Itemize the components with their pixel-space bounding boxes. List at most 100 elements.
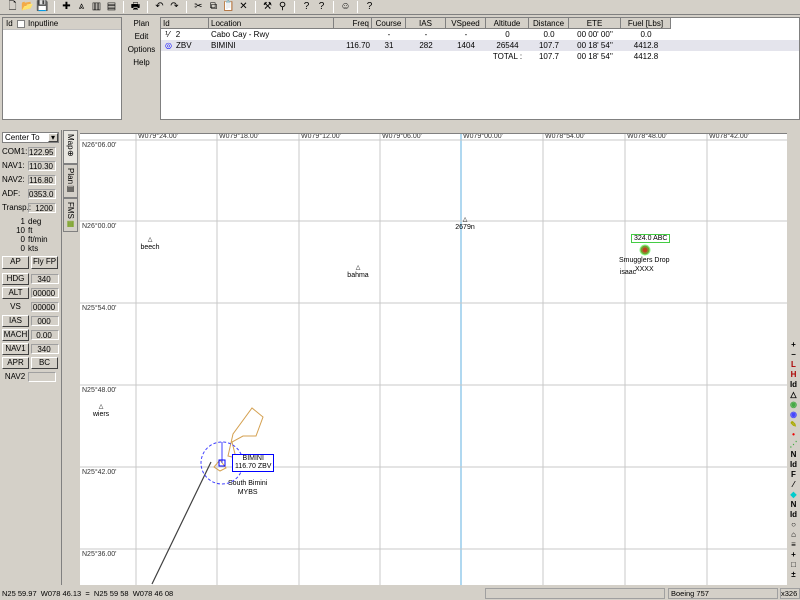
- copy-icon[interactable]: ⧉: [207, 1, 220, 14]
- map-tool-button[interactable]: ⋰: [790, 440, 798, 450]
- toolbar: 🗋 📂 💾 ✚ ⩓ ▥ ▤ 🖶 ↶ ↷ ✂ ⧉ 📋 ✕ ⚒ ⚲?? ☺?: [0, 0, 800, 15]
- menu-edit[interactable]: Edit: [135, 30, 149, 43]
- radio-value[interactable]: 1200: [28, 202, 56, 213]
- nav2-value[interactable]: [28, 371, 56, 382]
- id-checkbox[interactable]: [17, 19, 25, 28]
- map-tool-button[interactable]: ⁄: [793, 480, 794, 490]
- menu-help[interactable]: Help: [133, 56, 149, 69]
- mode-alt-value[interactable]: 00000: [31, 287, 59, 298]
- ap-button[interactable]: AP: [2, 256, 29, 269]
- context-help-icon[interactable]: ?: [315, 1, 328, 14]
- map-tool-button[interactable]: F: [791, 470, 796, 480]
- mode-mach-value[interactable]: 0.00: [31, 329, 59, 340]
- ndb-freq-box[interactable]: 324.0 ABC: [631, 234, 671, 243]
- waypoint-2679n[interactable]: △ 2679n: [451, 216, 479, 232]
- map-tool-button[interactable]: +: [791, 340, 796, 350]
- zoom-icon[interactable]: ⚲: [276, 1, 289, 14]
- mode-nav1-button[interactable]: NAV1: [2, 342, 29, 355]
- delete-icon[interactable]: ▤: [105, 1, 118, 14]
- map-tool-button[interactable]: ◉: [790, 410, 797, 420]
- mode-alt-button[interactable]: ALT: [2, 286, 29, 299]
- map-tool-button[interactable]: Id: [790, 510, 797, 520]
- mode-ias-button[interactable]: IAS: [2, 314, 29, 327]
- fly-fp-button[interactable]: Fly FP: [31, 256, 58, 269]
- add-waypoint-icon[interactable]: ✚: [60, 1, 73, 14]
- col-altitude[interactable]: Altitude: [486, 18, 529, 29]
- user-icon[interactable]: ☺: [339, 1, 352, 14]
- menu-options[interactable]: Options: [128, 43, 156, 56]
- mode-nav1-value[interactable]: 340: [31, 343, 59, 354]
- help-topic-icon[interactable]: ?: [300, 1, 313, 14]
- insert-icon[interactable]: ▥: [90, 1, 103, 14]
- col-location[interactable]: Location: [209, 18, 334, 29]
- inputline-label: Inputline: [28, 19, 59, 28]
- mode-row: IAS 000: [2, 314, 59, 327]
- inputline-field[interactable]: [3, 30, 121, 120]
- table-row[interactable]: ⅟ 2 Cabo Cay - Rwy - - - 0 0.0 00 00' 00…: [161, 29, 799, 40]
- map-tool-button[interactable]: Id: [790, 380, 797, 390]
- map-tool-button[interactable]: •: [792, 430, 795, 440]
- col-ete[interactable]: ETE: [569, 18, 621, 29]
- waypoint-beech[interactable]: △ beech: [138, 236, 162, 252]
- map-tool-button[interactable]: ±: [791, 570, 795, 580]
- mode-ias-value[interactable]: 000: [31, 315, 59, 326]
- map-tool-button[interactable]: Id: [790, 460, 797, 470]
- center-to-select[interactable]: Center To ▾: [2, 132, 59, 143]
- mode-hdg-button[interactable]: HDG: [2, 272, 29, 285]
- tab-fms[interactable]: FMS ▦: [63, 198, 78, 232]
- map-tool-button[interactable]: N: [791, 450, 797, 460]
- menu-plan[interactable]: Plan: [133, 17, 149, 30]
- table-row[interactable]: ◎ ZBV BIMINI 116.70 31 282 1404 26544 107…: [161, 40, 799, 51]
- map-tool-button[interactable]: ≡: [791, 540, 796, 550]
- waypoint-wiers[interactable]: △ wiers: [89, 403, 113, 419]
- map-tool-button[interactable]: □: [791, 560, 796, 570]
- col-distance[interactable]: Distance: [529, 18, 569, 29]
- undo-icon[interactable]: ↶: [153, 1, 166, 14]
- tab-plan[interactable]: Plan ▤: [63, 164, 78, 198]
- radio-value[interactable]: 116.80: [28, 174, 56, 185]
- col-ias[interactable]: IAS: [406, 18, 446, 29]
- mode-hdg-value[interactable]: 340: [31, 273, 59, 284]
- print-icon[interactable]: 🖶: [129, 1, 142, 14]
- paste-icon[interactable]: 📋: [222, 1, 235, 14]
- bimini-label-box[interactable]: BIMINI 116.70 ZBV: [232, 454, 275, 472]
- map-tool-button[interactable]: −: [791, 350, 796, 360]
- map-tool-button[interactable]: N: [791, 500, 797, 510]
- bc-button[interactable]: BC: [31, 357, 58, 369]
- map-tool-button[interactable]: L: [791, 360, 796, 370]
- col-fuel[interactable]: Fuel [Lbs]: [621, 18, 671, 29]
- cut-icon[interactable]: ✂: [192, 1, 205, 14]
- waypoint-bahma[interactable]: △ bahma: [346, 264, 370, 280]
- route-icon[interactable]: ⚒: [261, 1, 274, 14]
- col-freq[interactable]: Freq: [334, 18, 372, 29]
- radio-value[interactable]: 110.30: [28, 160, 56, 171]
- mode-vs-value[interactable]: 00000: [31, 301, 59, 312]
- tab-map[interactable]: Map ⊕: [63, 130, 78, 164]
- clear-icon[interactable]: ✕: [237, 1, 250, 14]
- map-tool-button[interactable]: H: [791, 370, 797, 380]
- map-tool-button[interactable]: ✎: [790, 420, 797, 430]
- mode-mach-button[interactable]: MACH: [2, 328, 29, 341]
- new-icon[interactable]: 🗋: [6, 1, 19, 14]
- waypoint-isaac[interactable]: isaac: [616, 269, 640, 277]
- map-canvas[interactable]: BIMINI 116.70 ZBV South Bimini MYBS 324.…: [80, 133, 787, 585]
- tab-plan-label: Plan: [66, 168, 75, 185]
- about-icon[interactable]: ?: [363, 1, 376, 14]
- col-id[interactable]: Id: [161, 18, 209, 29]
- save-icon[interactable]: 💾: [36, 1, 49, 14]
- airport-icon[interactable]: ⩓: [75, 1, 88, 14]
- col-course[interactable]: Course: [372, 18, 406, 29]
- map-tool-button[interactable]: ◆: [790, 490, 796, 500]
- col-vspeed[interactable]: VSpeed: [446, 18, 486, 29]
- map-tool-button[interactable]: ⌂: [791, 530, 796, 540]
- open-icon[interactable]: 📂: [21, 1, 34, 14]
- map-tool-button[interactable]: +: [791, 550, 796, 560]
- map-tool-button[interactable]: △: [790, 390, 796, 400]
- apr-button[interactable]: APR: [2, 357, 29, 369]
- radio-value[interactable]: 122.95: [28, 146, 56, 157]
- radio-value[interactable]: 0353.0: [28, 188, 56, 199]
- redo-icon[interactable]: ↷: [168, 1, 181, 14]
- map-tool-button[interactable]: ○: [791, 520, 796, 530]
- map-tool-button[interactable]: ◉: [790, 400, 797, 410]
- readout-row: 1 deg: [0, 217, 61, 226]
